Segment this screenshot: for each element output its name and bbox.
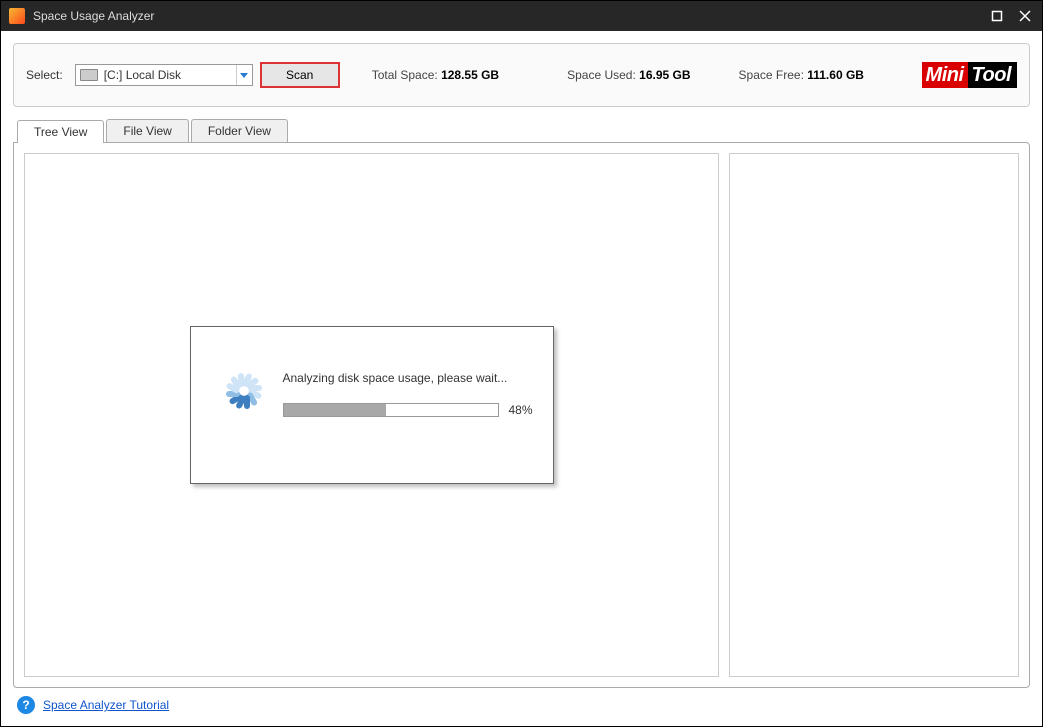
tree-pane: Analyzing disk space usage, please wait.… [24,153,719,677]
dialog-body: Analyzing disk space usage, please wait.… [283,367,533,417]
dialog-message: Analyzing disk space usage, please wait.… [283,371,533,385]
space-free-stat: Space Free: 111.60 GB [739,68,864,82]
logo-left: Mini [922,62,968,88]
tab-tree-view[interactable]: Tree View [17,120,104,143]
space-used-label: Space Used: [567,68,639,82]
space-free-label: Space Free: [739,68,808,82]
maximize-button[interactable] [988,7,1006,25]
logo-right: Tool [968,62,1017,88]
minitool-logo: Mini Tool [922,62,1017,88]
progress-dialog: Analyzing disk space usage, please wait.… [190,326,554,484]
progress-row: 48% [283,403,533,417]
space-used-stat: Space Used: 16.95 GB [567,68,690,82]
progress-percent: 48% [509,403,533,417]
detail-pane [729,153,1019,677]
help-icon: ? [17,696,35,714]
window-controls [988,7,1034,25]
total-space-value: 128.55 GB [441,68,499,82]
app-icon [9,8,25,24]
spinner-icon [217,373,265,421]
progress-bar [283,403,499,417]
tabs-row: Tree View File View Folder View [17,119,1030,142]
scan-button[interactable]: Scan [260,62,340,88]
tab-file-view[interactable]: File View [106,119,188,142]
footer: ? Space Analyzer Tutorial [13,688,1030,714]
window-title: Space Usage Analyzer [33,9,988,23]
close-button[interactable] [1016,7,1034,25]
main-panels: Analyzing disk space usage, please wait.… [13,142,1030,688]
content-area: Select: [C:] Local Disk Scan Total Space… [1,31,1042,726]
progress-fill [284,404,387,416]
chevron-down-icon [236,65,252,85]
space-used-value: 16.95 GB [639,68,690,82]
titlebar: Space Usage Analyzer [1,1,1042,31]
toolbar-panel: Select: [C:] Local Disk Scan Total Space… [13,43,1030,107]
drive-select[interactable]: [C:] Local Disk [75,64,253,86]
drive-selected-text: [C:] Local Disk [102,68,236,82]
total-space-stat: Total Space: 128.55 GB [372,68,499,82]
tab-folder-view[interactable]: Folder View [191,119,288,142]
tutorial-link[interactable]: Space Analyzer Tutorial [43,698,169,712]
select-label: Select: [26,68,63,82]
space-free-value: 111.60 GB [807,68,864,82]
drive-icon [80,69,98,81]
total-space-label: Total Space: [372,68,441,82]
